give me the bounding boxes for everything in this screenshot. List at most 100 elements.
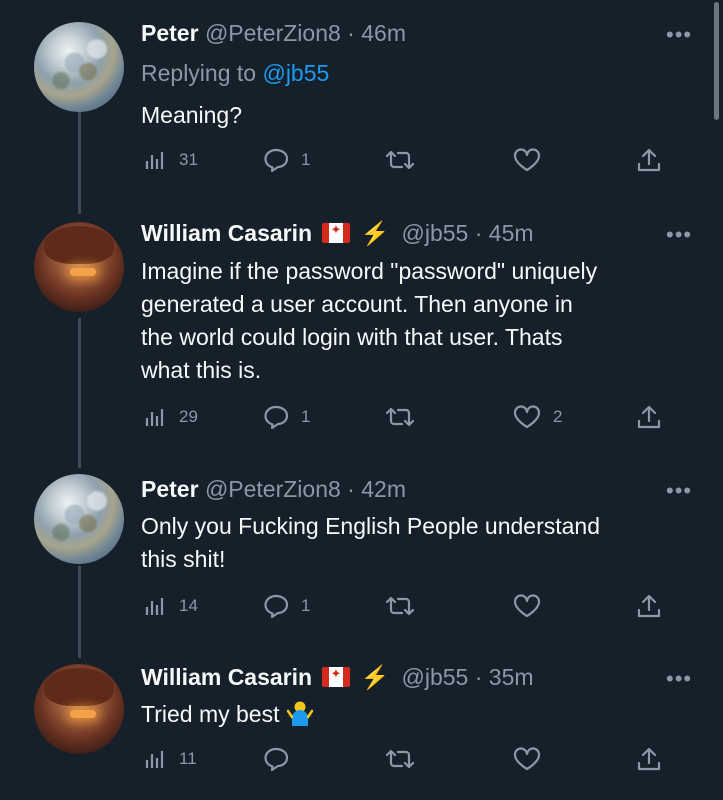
retweet-button[interactable]	[385, 742, 415, 776]
more-icon[interactable]: •••	[666, 478, 692, 504]
reply-count: 1	[301, 596, 311, 615]
author-name[interactable]: William Casarin	[141, 664, 312, 690]
timestamp[interactable]: 35m	[489, 664, 534, 690]
author-handle[interactable]: @PeterZion8	[205, 20, 341, 46]
action-bar: 31 1	[141, 143, 681, 177]
tweet[interactable]: William Casarin ⚡ @jb55 · 35m ••• Tried …	[0, 658, 723, 800]
canada-flag-icon	[322, 222, 351, 243]
action-bar: 11	[141, 742, 681, 776]
retweet-icon	[385, 407, 415, 427]
tweet[interactable]: William Casarin ⚡ @jb55 · 45m ••• Imagin…	[0, 200, 723, 462]
tweet-text: Meaning?	[141, 102, 243, 128]
author-handle[interactable]: @PeterZion8	[205, 476, 341, 502]
views-icon	[145, 751, 164, 768]
retweet-icon	[385, 150, 415, 170]
separator: ·	[340, 20, 362, 46]
like-button[interactable]	[513, 742, 541, 776]
like-icon	[513, 405, 541, 429]
replying-to: Replying to @jb55	[141, 60, 329, 87]
views-button[interactable]: 29	[145, 400, 198, 434]
views-button[interactable]: 14	[145, 589, 198, 623]
avatar[interactable]	[34, 474, 124, 564]
retweet-icon	[385, 749, 415, 769]
retweet-icon	[385, 596, 415, 616]
share-icon	[637, 594, 661, 618]
author-name[interactable]: Peter	[141, 20, 199, 46]
shrug-emoji-icon	[286, 701, 314, 726]
reply-mention-link[interactable]: @jb55	[262, 60, 329, 86]
tweet[interactable]: Peter @PeterZion8 · 42m ••• Only you Fuc…	[0, 462, 723, 658]
tweet-header: Peter @PeterZion8 · 46m	[141, 20, 406, 47]
views-button[interactable]: 31	[145, 143, 198, 177]
views-icon	[145, 152, 164, 169]
reply-icon	[264, 148, 289, 172]
timestamp[interactable]: 45m	[489, 220, 534, 246]
action-bar: 14 1	[141, 589, 681, 623]
views-count: 14	[179, 596, 198, 615]
like-button[interactable]	[513, 143, 541, 177]
more-icon[interactable]: •••	[666, 222, 692, 248]
tweet-text-line: generated a user account. Then anyone in	[141, 291, 573, 317]
tweet-text-line: what this is.	[141, 357, 262, 383]
reply-icon	[264, 594, 289, 618]
tweet[interactable]: Peter @PeterZion8 · 46m ••• Replying to …	[0, 0, 723, 200]
reply-count: 1	[301, 407, 311, 426]
author-name[interactable]: Peter	[141, 476, 199, 502]
tweet-text-line: Imagine if the password "password" uniqu…	[141, 258, 598, 284]
tweet-text: Only you Fucking English People understa…	[141, 510, 701, 576]
tweet-header: William Casarin ⚡ @jb55 · 45m	[141, 220, 534, 247]
avatar[interactable]	[34, 22, 124, 112]
tweet-header: Peter @PeterZion8 · 42m	[141, 476, 406, 503]
reply-button[interactable]: 1	[263, 589, 310, 623]
share-button[interactable]	[637, 143, 661, 177]
like-button[interactable]: 2	[513, 400, 562, 434]
timestamp[interactable]: 46m	[361, 20, 406, 46]
lightning-icon: ⚡	[360, 220, 390, 246]
separator: ·	[340, 476, 362, 502]
views-icon	[145, 598, 164, 615]
tweet-text: Tried my best	[141, 698, 701, 731]
share-icon	[637, 148, 661, 172]
like-button[interactable]	[513, 589, 541, 623]
retweet-button[interactable]	[385, 589, 415, 623]
like-icon	[513, 747, 541, 771]
author-handle[interactable]: @jb55	[402, 220, 469, 246]
share-icon	[637, 747, 661, 771]
tweet-text-line: Only you Fucking English People understa…	[141, 513, 601, 539]
tweet-text-content: Tried my best	[141, 701, 280, 727]
views-count: 31	[179, 150, 198, 169]
views-icon	[145, 409, 164, 426]
action-bar: 29 1 2	[141, 400, 681, 434]
views-count: 29	[179, 407, 198, 426]
more-icon[interactable]: •••	[666, 22, 692, 48]
share-icon	[637, 405, 661, 429]
reply-icon	[264, 747, 289, 771]
lightning-icon: ⚡	[360, 664, 390, 690]
share-button[interactable]	[637, 589, 661, 623]
share-button[interactable]	[637, 742, 661, 776]
tweet-text-line: this shit!	[141, 546, 226, 572]
separator: ·	[468, 220, 489, 246]
views-button[interactable]: 11	[145, 742, 197, 776]
timestamp[interactable]: 42m	[361, 476, 406, 502]
share-button[interactable]	[637, 400, 661, 434]
like-icon	[513, 148, 541, 172]
reply-button[interactable]: 1	[263, 400, 310, 434]
tweet-text: Imagine if the password "password" uniqu…	[141, 255, 701, 387]
reply-prefix: Replying to	[141, 60, 263, 86]
author-name[interactable]: William Casarin	[141, 220, 312, 246]
reply-icon	[264, 405, 289, 429]
views-count: 11	[179, 749, 197, 768]
canada-flag-icon	[322, 666, 351, 687]
author-handle[interactable]: @jb55	[402, 664, 469, 690]
more-icon[interactable]: •••	[666, 666, 692, 692]
retweet-button[interactable]	[385, 400, 415, 434]
avatar[interactable]	[34, 222, 124, 312]
separator: ·	[468, 664, 489, 690]
reply-button[interactable]	[263, 742, 289, 776]
reply-count: 1	[301, 150, 311, 169]
reply-button[interactable]: 1	[263, 143, 310, 177]
like-icon	[513, 594, 541, 618]
avatar[interactable]	[34, 664, 124, 754]
retweet-button[interactable]	[385, 143, 415, 177]
